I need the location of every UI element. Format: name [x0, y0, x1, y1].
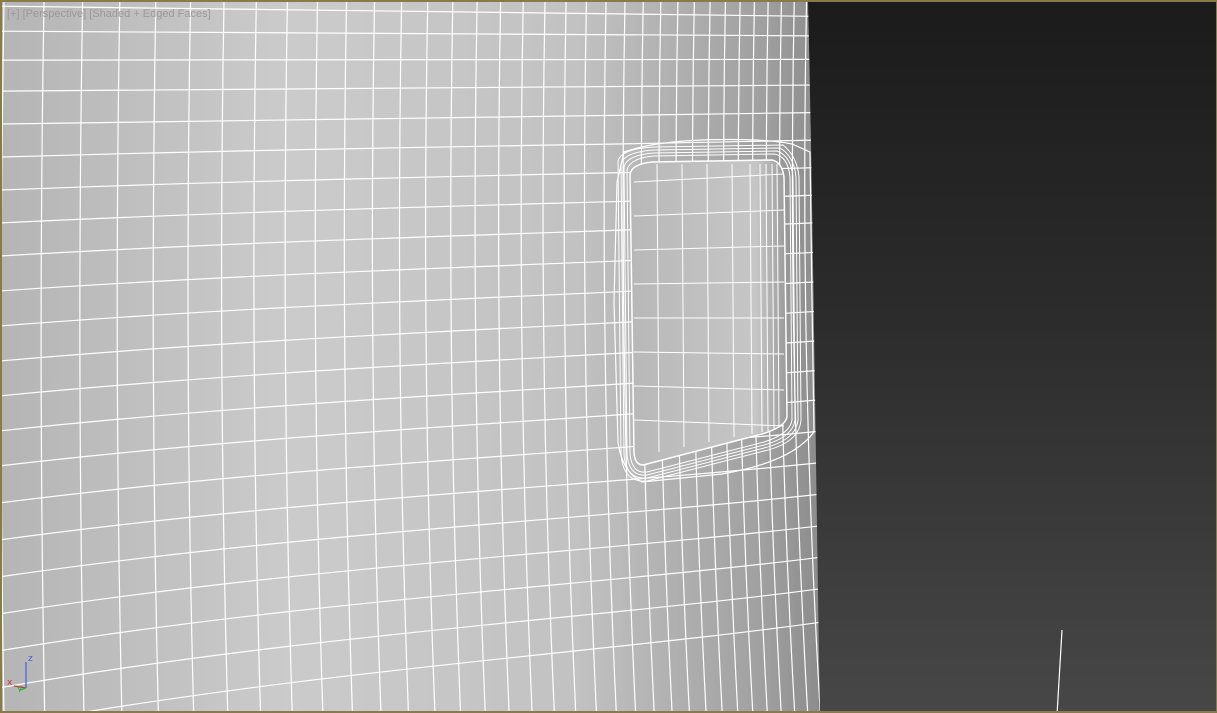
- viewport-label: [+] [Perspective] [Shaded + Edged Faces]: [7, 8, 211, 20]
- axis-tripod-icon: z x y: [7, 654, 33, 692]
- y-axis-label: y: [17, 684, 23, 692]
- x-axis-label: x: [7, 678, 13, 688]
- z-axis-label: z: [28, 654, 33, 664]
- viewport-point-of-view-menu[interactable]: [Perspective]: [23, 8, 87, 20]
- viewport-shading-menu[interactable]: [Shaded + Edged Faces]: [89, 8, 210, 20]
- viewport-menu-plus[interactable]: [+]: [7, 8, 20, 20]
- background-mesh-edge: [1056, 629, 1063, 711]
- horizontal-loop-2: [2, 58, 820, 61]
- viewport-scene[interactable]: [2, 2, 1217, 713]
- perspective-viewport[interactable]: [+] [Perspective] [Shaded + Edged Faces]…: [0, 0, 1217, 713]
